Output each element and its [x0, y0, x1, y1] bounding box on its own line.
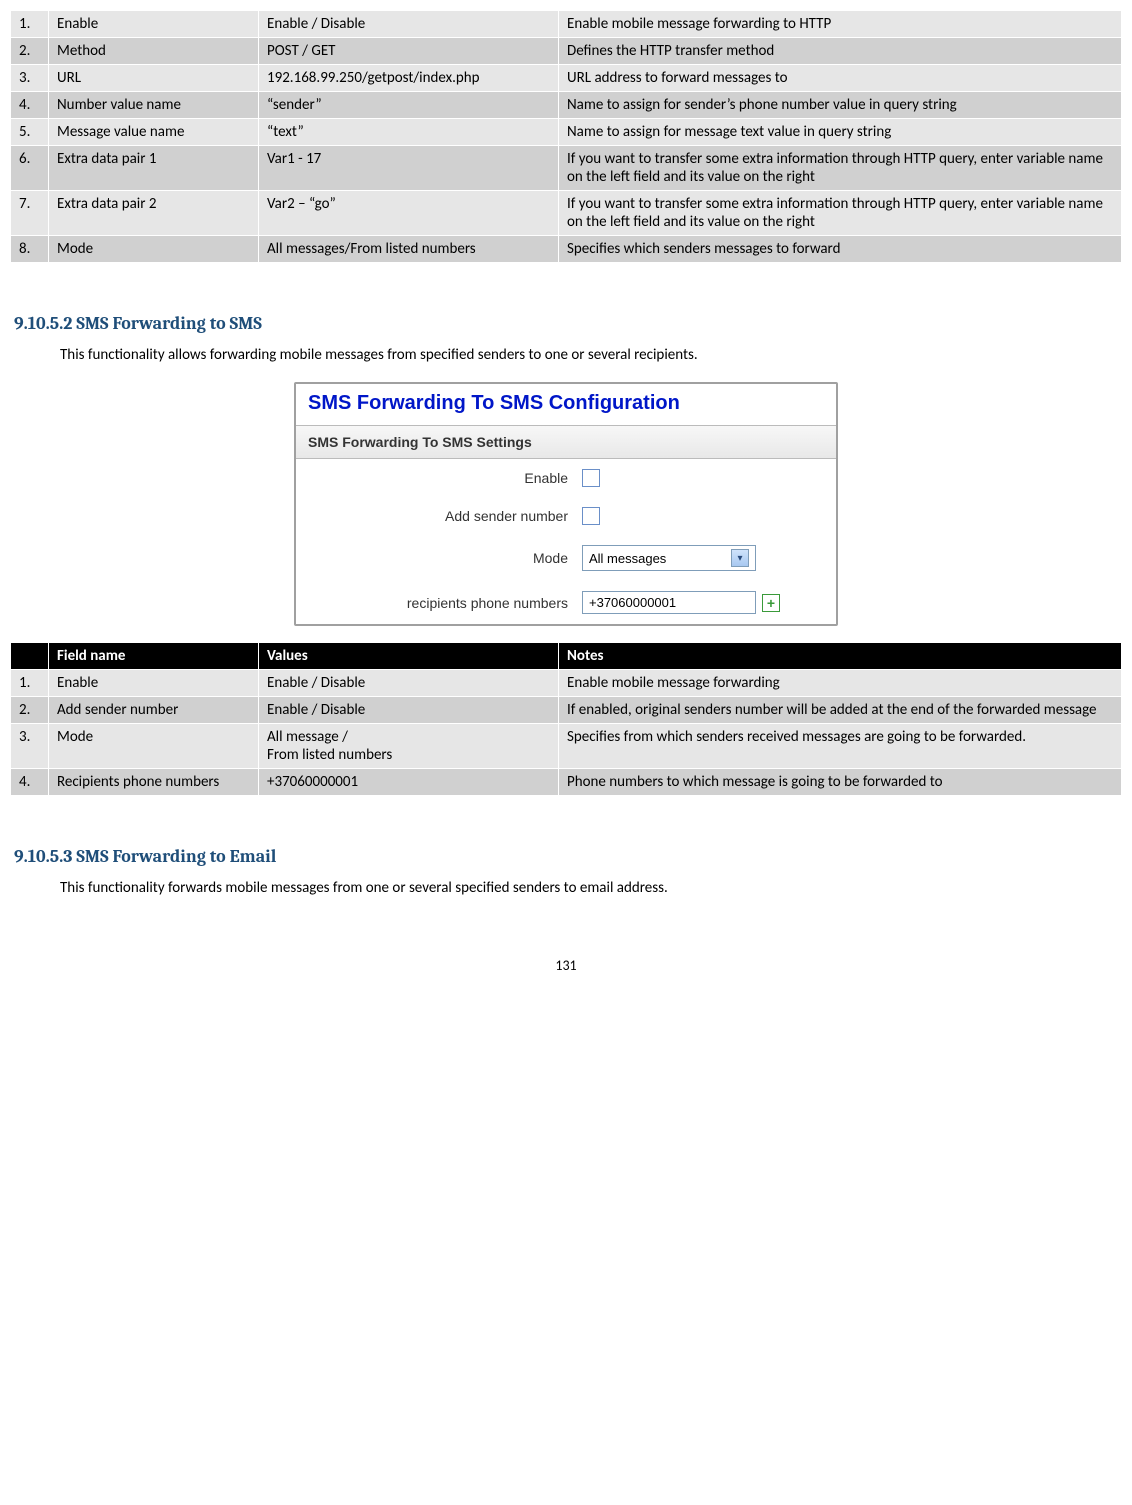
table-row: 2. Add sender number Enable / Disable If…	[11, 697, 1122, 724]
row-field: Enable	[49, 11, 259, 38]
table-row: 3. URL 192.168.99.250/getpost/index.php …	[11, 65, 1122, 92]
section-heading-sms-to-email: 9.10.5.3 SMS Forwarding to Email	[14, 846, 1122, 867]
row-num: 2.	[11, 697, 49, 724]
row-notes: Phone numbers to which message is going …	[559, 769, 1122, 796]
row-field: Method	[49, 38, 259, 65]
form-row-recipients: recipients phone numbers +37060000001 +	[296, 581, 836, 624]
label-mode: Mode	[308, 550, 582, 566]
table-header: Field name Values Notes	[11, 643, 1122, 670]
label-add-sender: Add sender number	[308, 508, 582, 524]
row-val: All messages/From listed numbers	[259, 236, 559, 263]
row-notes: Enable mobile message forwarding to HTTP	[559, 11, 1122, 38]
header-val: Values	[259, 643, 559, 670]
row-field: Extra data pair 2	[49, 191, 259, 236]
table-row: 4. Recipients phone numbers +37060000001…	[11, 769, 1122, 796]
row-val: Var2 – “go”	[259, 191, 559, 236]
row-notes: URL address to forward messages to	[559, 65, 1122, 92]
row-notes: Name to assign for sender’s phone number…	[559, 92, 1122, 119]
add-sender-checkbox[interactable]	[582, 507, 600, 525]
row-num: 5.	[11, 119, 49, 146]
enable-checkbox[interactable]	[582, 469, 600, 487]
section-body: This functionality forwards mobile messa…	[60, 879, 1122, 897]
row-field: Mode	[49, 724, 259, 769]
header-blank	[11, 643, 49, 670]
row-field: Message value name	[49, 119, 259, 146]
row-val: “sender”	[259, 92, 559, 119]
sms-forwarding-panel: SMS Forwarding To SMS Configuration SMS …	[294, 382, 838, 626]
row-field: Enable	[49, 670, 259, 697]
form-row-mode: Mode All messages ▾	[296, 535, 836, 581]
row-num: 8.	[11, 236, 49, 263]
row-num: 1.	[11, 11, 49, 38]
row-notes: If enabled, original senders number will…	[559, 697, 1122, 724]
table-row: 1. Enable Enable / Disable Enable mobile…	[11, 670, 1122, 697]
row-num: 4.	[11, 92, 49, 119]
section-body: This functionality allows forwarding mob…	[60, 346, 1122, 364]
table-row: 4. Number value name “sender” Name to as…	[11, 92, 1122, 119]
table-row: 3. Mode All message / From listed number…	[11, 724, 1122, 769]
row-num: 1.	[11, 670, 49, 697]
section-number: 9.10.5.2	[14, 313, 72, 334]
table-row: 6. Extra data pair 1 Var1 - 17 If you wa…	[11, 146, 1122, 191]
row-num: 7.	[11, 191, 49, 236]
form-row-enable: Enable	[296, 459, 836, 497]
section-title: SMS Forwarding to Email	[76, 846, 276, 867]
row-val: +37060000001	[259, 769, 559, 796]
header-field: Field name	[49, 643, 259, 670]
section-number: 9.10.5.3	[14, 846, 72, 867]
form-row-add-sender: Add sender number	[296, 497, 836, 535]
row-num: 3.	[11, 65, 49, 92]
row-val: POST / GET	[259, 38, 559, 65]
label-enable: Enable	[308, 470, 582, 486]
row-num: 2.	[11, 38, 49, 65]
panel-title: SMS Forwarding To SMS Configuration	[296, 384, 836, 425]
row-field: Mode	[49, 236, 259, 263]
table-row: 7. Extra data pair 2 Var2 – “go” If you …	[11, 191, 1122, 236]
section-title: SMS Forwarding to SMS	[76, 313, 262, 334]
table-row: 2. Method POST / GET Defines the HTTP tr…	[11, 38, 1122, 65]
row-field: Extra data pair 1	[49, 146, 259, 191]
row-val: Enable / Disable	[259, 11, 559, 38]
table-row: 8. Mode All messages/From listed numbers…	[11, 236, 1122, 263]
row-notes: If you want to transfer some extra infor…	[559, 146, 1122, 191]
row-val: Enable / Disable	[259, 670, 559, 697]
row-field: URL	[49, 65, 259, 92]
row-num: 4.	[11, 769, 49, 796]
sms-forwarding-table: Field name Values Notes 1. Enable Enable…	[10, 642, 1122, 796]
table-row: 5. Message value name “text” Name to ass…	[11, 119, 1122, 146]
row-notes: Defines the HTTP transfer method	[559, 38, 1122, 65]
row-notes: Specifies from which senders received me…	[559, 724, 1122, 769]
chevron-down-icon: ▾	[731, 549, 749, 567]
row-val: All message / From listed numbers	[259, 724, 559, 769]
row-val: 192.168.99.250/getpost/index.php	[259, 65, 559, 92]
add-recipient-icon[interactable]: +	[762, 594, 780, 612]
mode-select[interactable]: All messages ▾	[582, 545, 756, 571]
page-number: 131	[10, 957, 1122, 974]
row-notes: If you want to transfer some extra infor…	[559, 191, 1122, 236]
recipients-input[interactable]: +37060000001	[582, 591, 756, 614]
label-recipients: recipients phone numbers	[308, 595, 582, 611]
row-notes: Enable mobile message forwarding	[559, 670, 1122, 697]
row-field: Number value name	[49, 92, 259, 119]
row-field: Recipients phone numbers	[49, 769, 259, 796]
row-notes: Name to assign for message text value in…	[559, 119, 1122, 146]
row-num: 3.	[11, 724, 49, 769]
row-field: Add sender number	[49, 697, 259, 724]
row-val: Var1 - 17	[259, 146, 559, 191]
row-num: 6.	[11, 146, 49, 191]
mode-select-value: All messages	[589, 551, 666, 566]
panel-subhead: SMS Forwarding To SMS Settings	[296, 425, 836, 459]
section-heading-sms-to-sms: 9.10.5.2 SMS Forwarding to SMS	[14, 313, 1122, 334]
http-forwarding-table: 1. Enable Enable / Disable Enable mobile…	[10, 10, 1122, 263]
row-val: Enable / Disable	[259, 697, 559, 724]
row-val: “text”	[259, 119, 559, 146]
row-notes: Specifies which senders messages to forw…	[559, 236, 1122, 263]
header-notes: Notes	[559, 643, 1122, 670]
table-row: 1. Enable Enable / Disable Enable mobile…	[11, 11, 1122, 38]
config-panel-figure: SMS Forwarding To SMS Configuration SMS …	[10, 382, 1122, 626]
recipients-value: +37060000001	[589, 595, 676, 610]
